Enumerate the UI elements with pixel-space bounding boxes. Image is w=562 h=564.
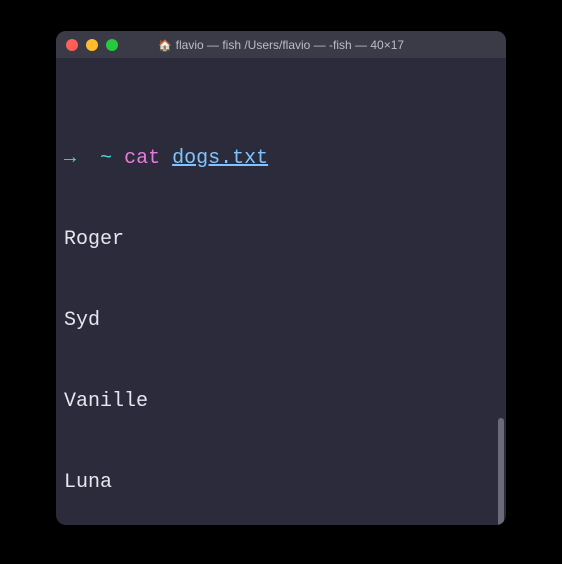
command-arg: dogs.txt bbox=[172, 147, 268, 170]
output-line: Roger bbox=[64, 226, 498, 253]
minimize-icon[interactable] bbox=[86, 39, 98, 51]
prompt-cwd: ~ bbox=[100, 147, 112, 170]
output-line: Vanille bbox=[64, 388, 498, 415]
terminal-body[interactable]: → ~ cat dogs.txt Roger Syd Vanille Luna … bbox=[56, 58, 506, 525]
window-title: 🏠 flavio — fish /Users/flavio — -fish — 4… bbox=[56, 38, 506, 52]
home-icon: 🏠 bbox=[158, 40, 172, 52]
titlebar[interactable]: 🏠 flavio — fish /Users/flavio — -fish — 4… bbox=[56, 31, 506, 58]
window-title-text: flavio — fish /Users/flavio — -fish — 40… bbox=[176, 38, 404, 52]
command: cat bbox=[124, 147, 160, 170]
terminal-window: 🏠 flavio — fish /Users/flavio — -fish — 4… bbox=[56, 31, 506, 525]
zoom-icon[interactable] bbox=[106, 39, 118, 51]
window-controls bbox=[56, 39, 118, 51]
output-line: Luna bbox=[64, 469, 498, 496]
close-icon[interactable] bbox=[66, 39, 78, 51]
prompt-line: → ~ cat dogs.txt bbox=[64, 145, 498, 172]
prompt-arrow-icon: → bbox=[64, 147, 76, 170]
scrollbar-thumb[interactable] bbox=[498, 418, 504, 525]
output-line: Syd bbox=[64, 307, 498, 334]
